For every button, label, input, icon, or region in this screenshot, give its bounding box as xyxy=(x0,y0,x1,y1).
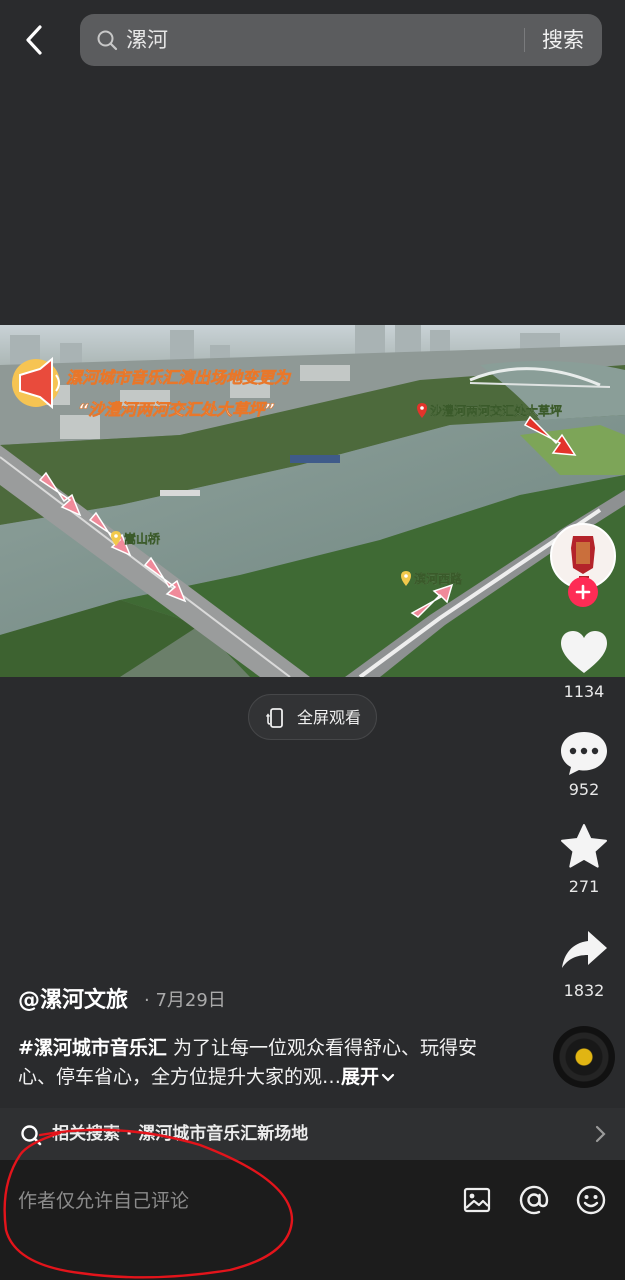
video-player[interactable]: 漯河城市音乐汇演出场地变更为 “沙澧河两河交汇处大草坪” 沙澧河两河交汇处大草坪… xyxy=(0,325,625,677)
rotate-screen-icon xyxy=(265,708,283,728)
author-name[interactable]: @漯河文旅 xyxy=(18,986,128,1016)
mention-at-icon[interactable] xyxy=(518,1184,550,1216)
chevron-down-icon xyxy=(381,1073,395,1082)
search-icon xyxy=(21,1125,42,1146)
share-count: 1832 xyxy=(563,981,605,1000)
related-search-label: 相关搜索 · 漯河城市音乐汇新场地 xyxy=(52,1124,309,1144)
pin-label-road: 滨河西路 xyxy=(414,571,463,586)
plus-icon xyxy=(575,584,591,600)
search-icon xyxy=(97,30,118,51)
post-date: · 7月29日 xyxy=(144,990,226,1011)
fullscreen-button[interactable]: 全屏观看 xyxy=(248,694,377,740)
back-button[interactable] xyxy=(18,22,50,58)
comment-bar: 作者仅允许自己评论 xyxy=(0,1160,625,1280)
favorite-star-icon[interactable] xyxy=(558,822,610,872)
follow-button[interactable] xyxy=(568,577,598,607)
fullscreen-label: 全屏观看 xyxy=(297,708,362,727)
expand-label: 展开 xyxy=(341,1066,380,1088)
comment-count: 952 xyxy=(568,780,600,799)
share-arrow-icon[interactable] xyxy=(558,926,610,976)
comment-bubble-icon[interactable] xyxy=(558,728,610,778)
search-button[interactable]: 搜索 xyxy=(542,26,584,54)
expand-button[interactable]: 展开 xyxy=(341,1066,395,1088)
related-search-bar[interactable]: 相关搜索 · 漯河城市音乐汇新场地 xyxy=(0,1108,625,1160)
like-count: 1134 xyxy=(563,682,605,701)
video-frame: 漯河城市音乐汇演出场地变更为 “沙澧河两河交汇处大草坪” 沙澧河两河交汇处大草坪… xyxy=(0,325,625,677)
emoji-icon[interactable] xyxy=(575,1184,607,1216)
chevron-left-icon xyxy=(26,25,42,55)
pin-label-venue: 沙澧河两河交汇处大草坪 xyxy=(430,403,562,418)
music-disc[interactable] xyxy=(553,1026,615,1088)
overlay-title-line1: 漯河城市音乐汇演出场地变更为 xyxy=(66,368,292,387)
search-input[interactable]: 漯河 xyxy=(126,26,168,54)
chevron-right-icon xyxy=(595,1125,606,1143)
pin-label-bridge: 嵩山桥 xyxy=(124,531,161,546)
image-icon[interactable] xyxy=(461,1184,493,1216)
like-heart-icon[interactable] xyxy=(558,627,610,677)
search-divider xyxy=(524,28,525,52)
search-box[interactable]: 漯河 搜索 xyxy=(80,14,602,66)
favorite-count: 271 xyxy=(568,877,600,896)
overlay-title-line2: “沙澧河两河交汇处大草坪” xyxy=(78,400,275,419)
comment-input[interactable]: 作者仅允许自己评论 xyxy=(18,1186,189,1216)
hashtag-link[interactable]: #漯河城市音乐汇 xyxy=(18,1037,167,1059)
post-caption: #漯河城市音乐汇 为了让每一位观众看得舒心、玩得安心、停车省心，全方位提升大家的… xyxy=(18,1034,488,1092)
author-logo-icon xyxy=(556,529,610,583)
